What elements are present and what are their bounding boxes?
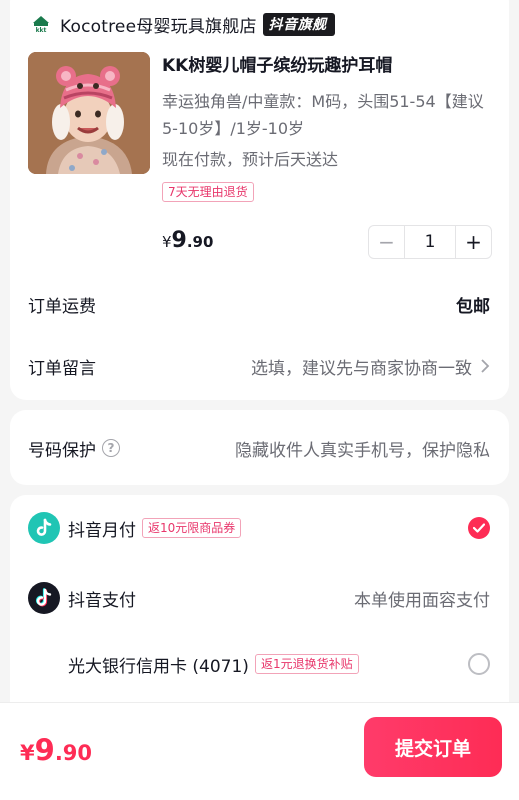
price-currency: ¥ (162, 233, 172, 251)
bank-card-promo-tag: 返1元退换货补贴 (254, 654, 359, 674)
number-protection-label: 号码保护 (28, 440, 96, 461)
payment-douyin-pay-method: 本单使用面容支付 (354, 590, 490, 611)
shop-name: Kocotree母婴玩具旗舰店 (60, 16, 257, 37)
freight-value: 包邮 (456, 296, 490, 317)
order-message-input[interactable]: 选填，建议先与商家协商一致 (251, 354, 472, 379)
number-protection-value: 隐藏收件人真实手机号，保护隐私 (235, 440, 490, 461)
payment-monthly-promo-tag: 返10元限商品券 (142, 518, 242, 538)
order-total: ¥9.90 (20, 733, 92, 767)
douyin-pay-icon (28, 582, 60, 614)
checkmark-icon (473, 523, 485, 533)
order-message-field: 选填，建议先与商家协商一致 (251, 354, 490, 379)
product-title[interactable]: KK树婴儿帽子缤纷玩趣护耳帽 (162, 54, 492, 78)
bank-card-label: 光大银行信用卡 (4071) (68, 656, 249, 677)
payment-option-bank-card-info: 光大银行信用卡 (4071) 返1元退换货补贴 (68, 652, 359, 677)
chevron-right-icon (481, 359, 490, 373)
shop-badge: 抖音旗舰 (262, 12, 335, 36)
delivery-estimate: 现在付款，预计后天送达 (162, 150, 339, 169)
quantity-stepper: − 1 + (368, 225, 492, 259)
unit-price: ¥9.90 (162, 228, 213, 253)
payment-option-bank-card[interactable]: 光大银行信用卡 (4071) 返1元退换货补贴 (68, 645, 490, 683)
payment-monthly-radio-checked[interactable] (468, 517, 490, 539)
product-spec[interactable]: 幸运独角兽/中童款：M码，头围51-54【建议5-10岁】/1岁-10岁 (162, 88, 494, 142)
checkout-bar: ¥9.90 提交订单 (0, 702, 519, 800)
svg-text:kkt: kkt (36, 27, 47, 33)
freight-row: 订单运费 包邮 (28, 284, 490, 324)
order-message-row[interactable]: 订单留言 选填，建议先与商家协商一致 (28, 346, 490, 386)
price-integer: 9 (171, 228, 187, 253)
payment-option-douyin-pay[interactable]: 抖音支付 本单使用面容支付 (28, 579, 490, 617)
number-protection-row[interactable]: 号码保护 ? 隐藏收件人真实手机号，保护隐私 (28, 428, 490, 468)
price-decimal: .90 (186, 233, 214, 251)
bank-card-radio-unchecked[interactable] (468, 653, 490, 675)
payment-option-monthly[interactable]: 抖音月付 返10元限商品券 (28, 509, 490, 547)
number-protection-title: 号码保护 ? (28, 436, 120, 461)
total-integer: 9 (34, 733, 55, 767)
payment-option-monthly-info: 抖音月付 返10元限商品券 (28, 512, 242, 544)
payment-option-douyin-pay-info: 抖音支付 (28, 582, 136, 614)
number-protection-card: 号码保护 ? 隐藏收件人真实手机号，保护隐私 (10, 410, 509, 485)
shop-header[interactable]: kkt Kocotree母婴玩具旗舰店 抖音旗舰 (32, 12, 335, 37)
decrease-quantity-button[interactable]: − (369, 226, 405, 258)
total-currency: ¥ (20, 741, 35, 765)
return-policy-tag: 7天无理由退货 (162, 182, 254, 202)
increase-quantity-button[interactable]: + (455, 226, 491, 258)
total-decimal: .90 (54, 741, 93, 765)
help-icon[interactable]: ? (102, 439, 120, 457)
douyin-monthly-icon (28, 512, 60, 544)
product-card: kkt Kocotree母婴玩具旗舰店 抖音旗舰 KK树婴儿帽子缤纷玩趣护耳帽 … (10, 0, 509, 400)
order-message-label: 订单留言 (28, 358, 96, 379)
product-image[interactable] (28, 52, 150, 174)
submit-order-button[interactable]: 提交订单 (364, 717, 502, 777)
shop-logo-icon: kkt (33, 16, 49, 33)
quantity-input[interactable]: 1 (405, 226, 455, 258)
baby-hat-photo-icon (28, 52, 150, 174)
payment-monthly-label: 抖音月付 (68, 520, 136, 541)
freight-label: 订单运费 (28, 296, 96, 317)
payment-douyin-pay-label: 抖音支付 (68, 590, 136, 611)
